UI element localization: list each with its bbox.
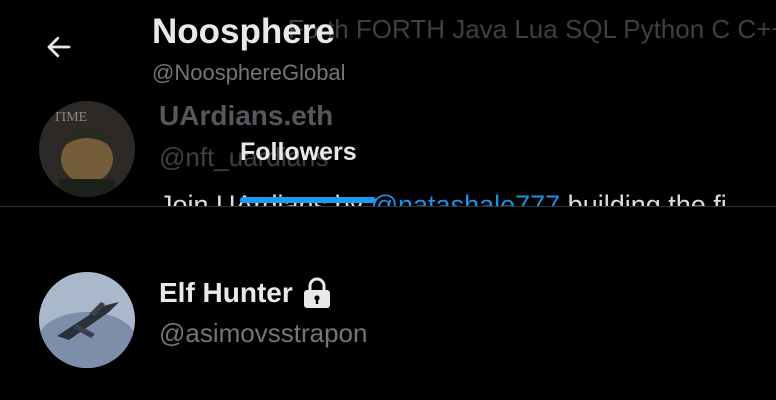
page-title: Noosphere [152, 12, 335, 51]
follower-handle: @asimovsstrapon [159, 318, 368, 348]
tab-active-indicator [240, 197, 376, 203]
follower-name[interactable]: Elf Hunter [159, 276, 333, 310]
tab-followers[interactable]: Followers [240, 138, 357, 167]
follower-avatar[interactable] [39, 272, 135, 368]
arrow-left-icon [47, 36, 71, 58]
back-button[interactable] [38, 26, 80, 68]
follower-name-text: Elf Hunter [159, 277, 293, 308]
lock-icon [303, 277, 330, 308]
profile-handle: @NoosphereGlobal [152, 60, 346, 85]
profile-header: Noosphere @NoosphereGlobal Followers [0, 0, 776, 207]
